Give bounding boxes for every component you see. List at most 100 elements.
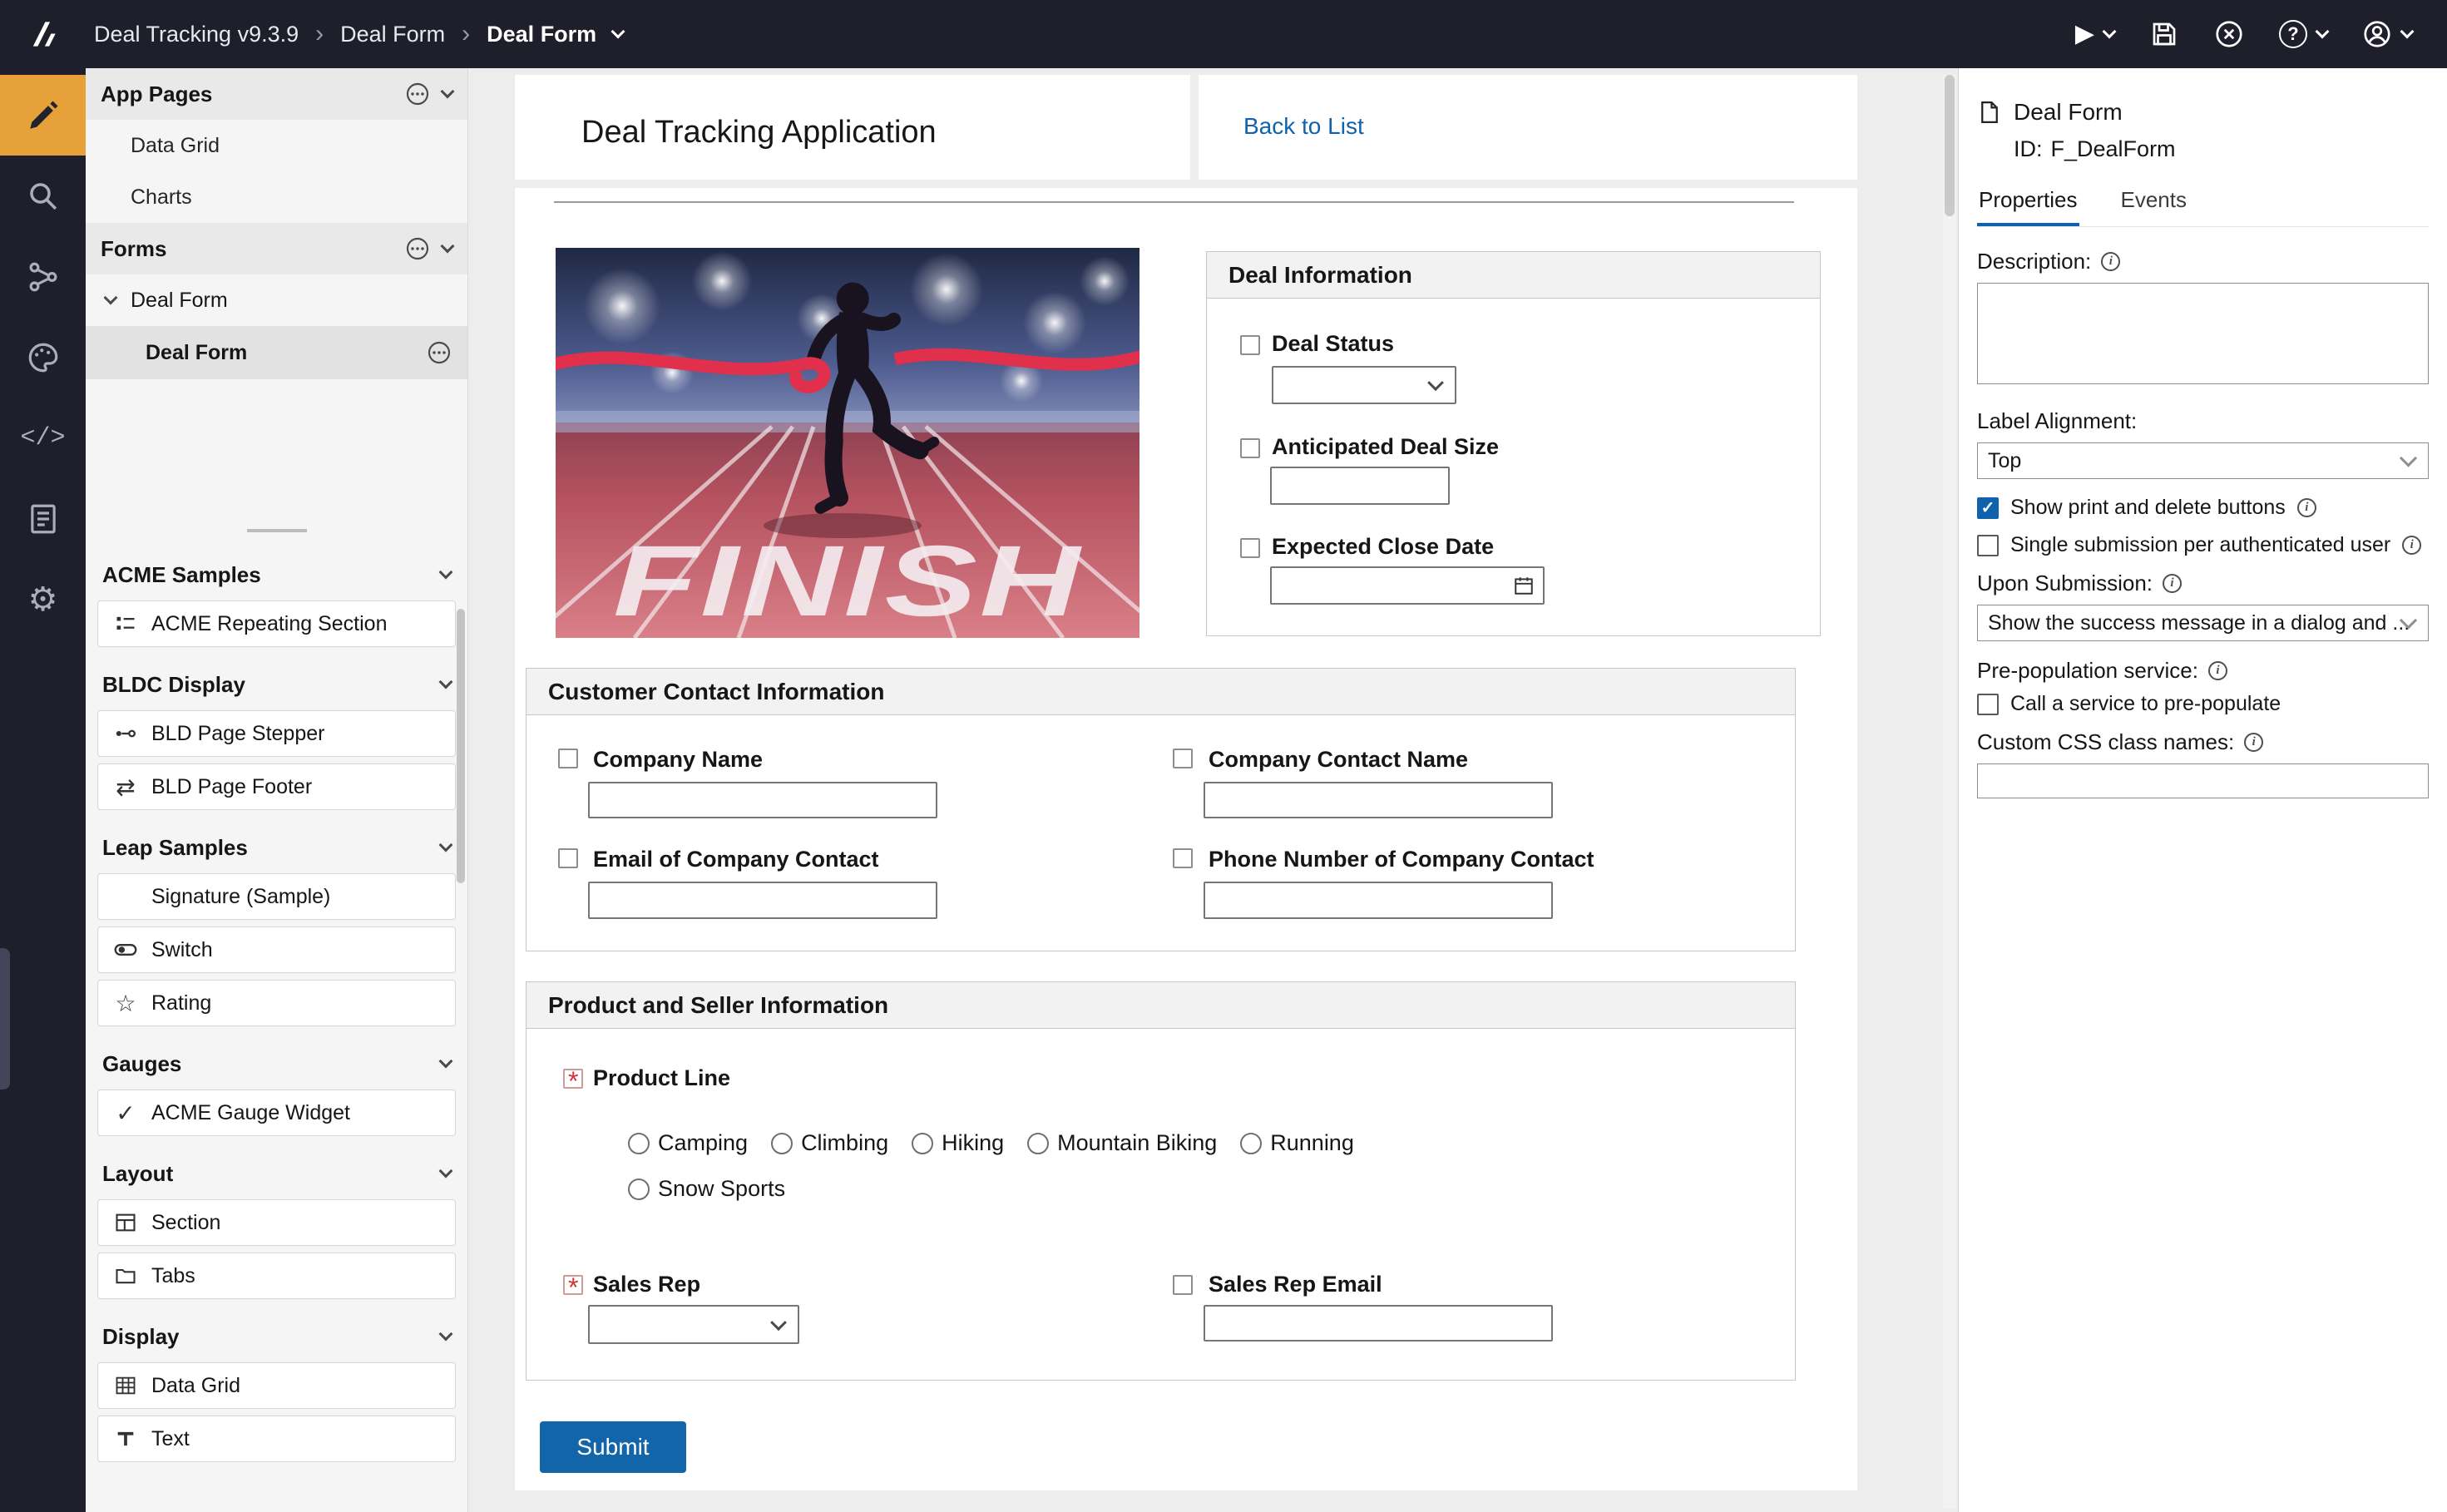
app-logo-icon[interactable] [0,22,86,47]
info-icon[interactable] [2402,536,2421,555]
deal-status-checkbox[interactable] [1240,335,1260,355]
contact-name-checkbox[interactable] [1173,749,1193,768]
breadcrumb-app-title[interactable]: Deal Tracking v9.3.9 [94,22,299,47]
palette-group-leap-samples[interactable]: Leap Samples [86,822,467,873]
palette-group-bldc-display[interactable]: BLDC Display [86,659,467,710]
splitter-handle[interactable] [247,529,307,532]
palette-item-data-grid[interactable]: Data Grid [97,1362,456,1409]
tree-item-deal-form-parent[interactable]: Deal Form [86,274,467,326]
help-icon: ? [2279,20,2307,48]
info-icon[interactable] [2244,733,2263,752]
contact-name-input[interactable] [1204,782,1553,818]
help-button[interactable]: ? [2279,20,2327,48]
drawer-handle[interactable] [0,948,10,1090]
show-print-checkbox[interactable] [1977,497,1999,519]
deal-size-checkbox[interactable] [1240,438,1260,458]
sales-rep-select[interactable] [588,1305,799,1344]
account-button[interactable] [2362,19,2412,49]
sales-rep-email-checkbox[interactable] [1173,1275,1193,1295]
canvas-scrollbar-thumb[interactable] [1945,75,1955,216]
sidebar-group-forms[interactable]: Forms [86,223,467,274]
radio-option-mountain-biking[interactable]: Mountain Biking [1027,1130,1217,1156]
calendar-icon[interactable] [1513,575,1535,596]
upon-submission-select[interactable]: Show the success message in a dialog and… [1977,605,2429,641]
rail-theme-button[interactable] [0,317,86,398]
rail-search-button[interactable] [0,156,86,236]
palette-item-acme-gauge-widget[interactable]: ✓ ACME Gauge Widget [97,1090,456,1136]
deal-size-input[interactable] [1270,467,1450,505]
contact-email-input[interactable] [588,882,937,919]
palette-group-display[interactable]: Display [86,1311,467,1362]
more-options-icon[interactable] [426,339,452,366]
rail-forms-button[interactable] [0,478,86,559]
radio-option-camping[interactable]: Camping [628,1130,748,1156]
sidebar-item-charts[interactable]: Charts [86,171,467,223]
info-icon[interactable] [2208,661,2227,680]
rail-workflow-button[interactable] [0,236,86,317]
contact-phone-checkbox[interactable] [1173,848,1193,868]
pencil-icon [26,98,61,133]
rail-code-button[interactable]: </> [0,398,86,478]
palette-group-layout[interactable]: Layout [86,1148,467,1199]
sidebar-group-app-pages[interactable]: App Pages [86,68,467,120]
chevron-down-icon[interactable] [441,85,455,99]
palette-item-label: Signature (Sample) [151,885,330,909]
custom-css-input[interactable] [1977,763,2429,798]
chevron-down-icon[interactable] [441,240,455,254]
company-name-checkbox[interactable] [558,749,578,768]
close-date-checkbox[interactable] [1240,538,1260,558]
back-to-list-link[interactable]: Back to List [1243,113,1364,140]
submit-button[interactable]: Submit [540,1421,686,1473]
prepopulation-checkbox[interactable] [1977,694,1999,715]
palette-item-section[interactable]: Section [97,1199,456,1246]
sidebar-item-data-grid[interactable]: Data Grid [86,120,467,171]
info-icon[interactable] [2297,498,2316,517]
radio-option-hiking[interactable]: Hiking [912,1130,1004,1156]
section-deal-information: Deal Information Deal Status Anticipated… [1206,251,1821,636]
info-icon[interactable] [2101,252,2120,271]
description-textarea[interactable] [1977,283,2429,384]
breadcrumb-current-form[interactable]: Deal Form [487,22,596,47]
radio-option-snow-sports[interactable]: Snow Sports [628,1176,785,1202]
chevron-down-icon[interactable] [611,25,625,39]
close-date-input[interactable] [1270,566,1545,605]
deal-status-select[interactable] [1272,366,1456,404]
label-alignment-select[interactable]: Top [1977,442,2429,479]
palette-item-rating[interactable]: ☆ Rating [97,980,456,1026]
palette-item-bld-page-footer[interactable]: ⇄ BLD Page Footer [97,763,456,810]
breadcrumb-deal-form[interactable]: Deal Form [340,22,445,47]
palette-item-tabs[interactable]: Tabs [97,1253,456,1299]
preview-button[interactable]: ▶ [2075,22,2114,47]
palette-item-text[interactable]: Text [97,1416,456,1462]
palette-item-switch[interactable]: Switch [97,926,456,973]
canvas-scrollbar[interactable] [1943,75,1956,1509]
info-icon[interactable] [2163,574,2182,593]
single-submission-checkbox[interactable] [1977,535,1999,556]
radio-option-climbing[interactable]: Climbing [771,1130,888,1156]
palette-group-gauges[interactable]: Gauges [86,1038,467,1090]
company-name-input[interactable] [588,782,937,818]
tab-properties[interactable]: Properties [1977,180,2079,226]
contact-email-checkbox[interactable] [558,848,578,868]
radio-option-running[interactable]: Running [1240,1130,1354,1156]
palette-item-signature[interactable]: Signature (Sample) [97,873,456,920]
save-button[interactable] [2149,19,2179,49]
section-header: Product and Seller Information [526,982,1795,1029]
more-options-icon[interactable] [404,81,431,107]
sidebar-scrollbar-thumb[interactable] [457,609,465,883]
tree-item-deal-form-selected[interactable]: Deal Form [86,326,467,379]
rail-edit-button[interactable] [0,75,86,156]
palette-item-label: Section [151,1211,220,1235]
palette-item-bld-page-stepper[interactable]: BLD Page Stepper [97,710,456,757]
sales-rep-email-label: Sales Rep Email [1209,1272,1382,1297]
more-options-icon[interactable] [404,235,431,262]
form-id-row: ID: F_DealForm [2014,136,2429,162]
sidebar-splitter [86,379,467,537]
rail-settings-button[interactable]: ⚙ [0,559,86,640]
sales-rep-email-input[interactable] [1204,1305,1553,1342]
close-button[interactable] [2214,19,2244,49]
palette-group-acme-samples[interactable]: ACME Samples [86,549,467,600]
palette-item-acme-repeating-section[interactable]: ACME Repeating Section [97,600,456,647]
tab-events[interactable]: Events [2119,180,2189,226]
contact-phone-input[interactable] [1204,882,1553,919]
